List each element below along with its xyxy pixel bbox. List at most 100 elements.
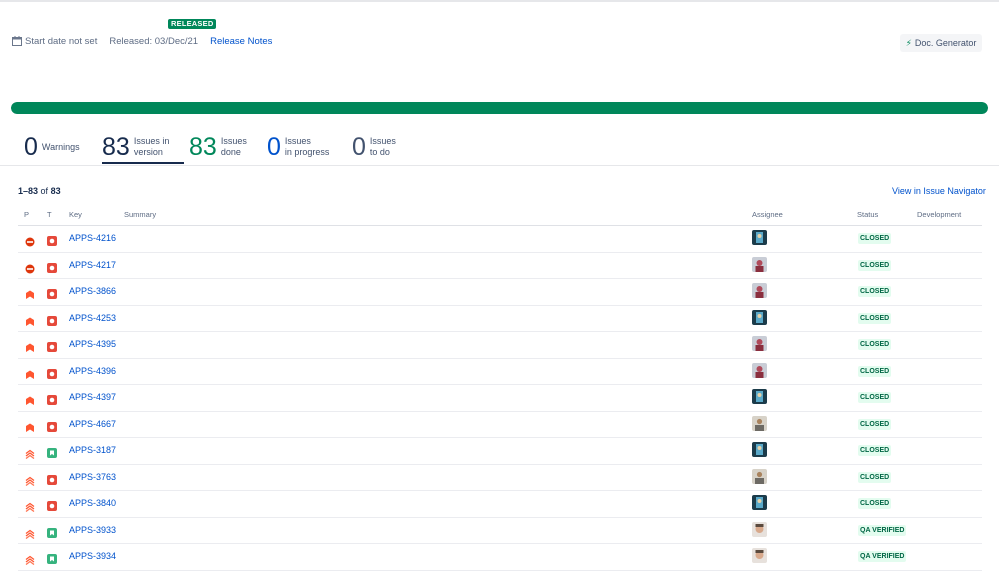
table-row[interactable]: APPS-3866 CLOSED [18,279,982,306]
top-divider [0,0,999,2]
assignee-avatar[interactable] [752,415,767,431]
start-date: Start date not set [25,35,98,47]
stat-number: 0 [352,133,366,161]
stat-issues-in-version[interactable]: 83 Issues in version [102,132,184,164]
col-status[interactable]: Status [857,210,878,219]
issue-key-link[interactable]: APPS-4396 [69,366,116,376]
status-badge: CLOSED [858,365,892,377]
issue-key-link[interactable]: APPS-4397 [69,392,116,402]
assignee-avatar[interactable] [752,468,767,484]
status-badge: CLOSED [858,445,892,456]
assignee-avatar[interactable] [752,548,767,563]
release-progress-bar [11,102,988,114]
table-row[interactable]: APPS-4216 CLOSED [18,226,982,253]
issue-key-link[interactable]: APPS-4667 [69,419,116,429]
priority-blocker-icon [25,261,35,273]
priority-high-icon [25,473,35,486]
table-row[interactable]: APPS-3763 CLOSED [18,465,982,491]
issue-key-link[interactable]: APPS-4217 [69,260,116,270]
stat-number: 0 [267,133,281,161]
issue-key-link[interactable]: APPS-4216 [69,233,116,243]
priority-highest-icon [25,340,35,352]
status-badge: CLOSED [858,259,892,271]
issue-type-bug-icon [47,419,57,432]
result-of: of [40,186,49,196]
col-development[interactable]: Development [917,210,961,219]
stat-number: 83 [189,133,217,161]
status-badge: CLOSED [858,233,892,244]
priority-highest-icon [25,367,35,379]
priority-highest-icon [25,420,35,432]
released-badge: RELEASED [168,19,217,29]
issue-type-bug-icon [47,233,57,246]
col-priority[interactable]: P [24,210,29,219]
assignee-avatar[interactable] [752,309,767,325]
release-date: Released: 03/Dec/21 [109,35,199,47]
assignee-avatar[interactable] [752,495,767,510]
issue-type-bug-icon [47,472,57,485]
stat-issues-done[interactable]: 83 Issues done [189,132,271,162]
priority-highest-icon [25,287,35,299]
issue-type-bug-icon [47,392,57,405]
table-row[interactable]: APPS-3933 QA VERIFIED [18,518,982,544]
lightning-icon: ⚡ [905,37,912,48]
status-badge: CLOSED [858,392,892,403]
table-row[interactable]: APPS-4397 CLOSED [18,385,982,412]
issue-key-link[interactable]: APPS-3763 [69,472,116,482]
issue-type-story-icon [47,551,57,564]
issue-type-bug-icon [47,498,57,511]
progress-fill [11,102,988,114]
col-key[interactable]: Key [69,210,82,219]
issue-key-link[interactable]: APPS-4253 [69,313,116,323]
stat-issues-in-progress[interactable]: 0 Issues in progress [267,132,335,162]
assignee-avatar[interactable] [752,521,767,537]
release-notes-link[interactable]: Release Notes [210,36,272,47]
table-row[interactable]: APPS-4253 CLOSED [18,306,982,332]
col-type[interactable]: T [47,210,52,219]
table-row[interactable]: APPS-4667 CLOSED [18,412,982,438]
stat-issues-to-do[interactable]: 0 Issues to do [352,132,420,162]
status-badge: QA VERIFIED [858,551,907,562]
table-row[interactable]: APPS-4396 CLOSED [18,359,982,385]
stat-warnings[interactable]: 0 Warnings [24,132,92,162]
doc-generator-button[interactable]: ⚡ Doc. Generator [900,34,982,52]
col-summary[interactable]: Summary [124,210,156,219]
priority-high-icon [25,446,35,460]
assignee-avatar[interactable] [752,442,767,457]
issue-key-link[interactable]: APPS-3866 [69,286,116,296]
stat-number: 83 [102,133,130,161]
issue-key-link[interactable]: APPS-3187 [69,445,116,455]
table-row[interactable]: APPS-4217 CLOSED [18,253,982,279]
priority-highest-icon [25,393,35,405]
stat-number: 0 [24,133,38,161]
status-badge: CLOSED [858,471,892,483]
issue-navigator-link[interactable]: View in Issue Navigator [892,186,986,196]
table-row[interactable]: APPS-3187 CLOSED [18,438,982,465]
assignee-avatar[interactable] [752,256,767,272]
table-header: P T Key Summary Assignee Status Developm… [18,209,982,226]
status-badge: CLOSED [858,418,892,430]
table-row[interactable]: APPS-4395 CLOSED [18,332,982,359]
issue-key-link[interactable]: APPS-4395 [69,339,116,349]
issue-key-link[interactable]: APPS-3840 [69,498,116,508]
assignee-avatar[interactable] [752,336,767,351]
table-row[interactable]: APPS-3840 CLOSED [18,491,982,518]
stat-label: Issues to do [369,136,396,157]
assignee-avatar[interactable] [752,362,767,378]
table-row[interactable]: APPS-3934 QA VERIFIED [18,544,982,571]
stats-divider [0,165,999,166]
issue-key-link[interactable]: APPS-3933 [69,525,116,535]
priority-high-icon [25,552,35,566]
assignee-avatar[interactable] [752,283,767,298]
assignee-avatar[interactable] [752,389,767,404]
issue-key-link[interactable]: APPS-3934 [69,551,116,561]
issue-type-bug-icon [47,339,57,352]
assignee-avatar[interactable] [752,230,767,245]
result-total: 83 [50,186,61,196]
result-range: 1–83 [18,186,39,196]
issue-type-bug-icon [47,286,57,299]
stat-label: Warnings [41,141,80,152]
col-assignee[interactable]: Assignee [752,210,783,219]
issue-table: APPS-4216 CLOSED APPS-4217 CLOSED APPS-3866 C… [18,226,982,571]
result-count: 1–83 of 83 [18,186,61,196]
